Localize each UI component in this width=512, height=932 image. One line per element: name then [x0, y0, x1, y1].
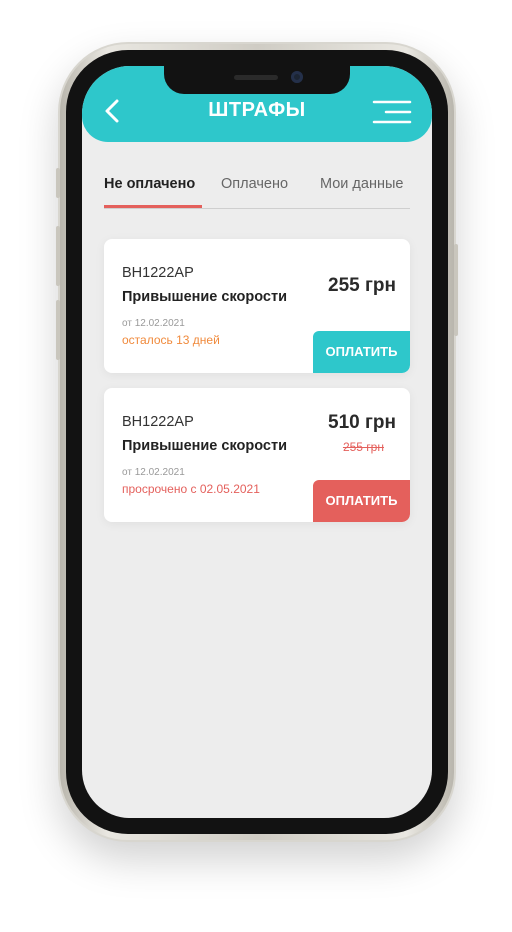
tab-paid[interactable]: Оплачено: [221, 176, 288, 192]
notch: [164, 66, 350, 94]
pay-button[interactable]: ОПЛАТИТЬ: [313, 331, 410, 373]
fine-reason: Привышение скорости: [122, 289, 287, 305]
tab-bar: Не оплачено Оплачено Мои данные: [104, 176, 410, 209]
tab-unpaid[interactable]: Не оплачено: [104, 176, 195, 192]
app-header: ШТРАФЫ: [82, 66, 432, 142]
fine-card[interactable]: BH1222AP Привышение скорости от 12.02.20…: [104, 388, 410, 522]
menu-icon: [372, 100, 412, 124]
plate-number: BH1222AP: [122, 414, 194, 430]
fine-amount: 255 грн: [328, 275, 396, 296]
fine-old-amount: 255 грн: [342, 440, 384, 454]
plate-number: BH1222AP: [122, 265, 194, 281]
fine-date: от 12.02.2021: [122, 318, 185, 329]
volume-down-button: [56, 300, 60, 360]
pay-button[interactable]: ОПЛАТИТЬ: [313, 480, 410, 522]
fine-card[interactable]: BH1222AP Привышение скорости от 12.02.20…: [104, 239, 410, 373]
power-button: [454, 244, 458, 336]
fine-status: осталось 13 дней: [122, 333, 220, 347]
phone-screen: ШТРАФЫ Не оплачено Оплачено Мои данные B…: [82, 66, 432, 818]
camera: [291, 71, 303, 83]
fine-date: от 12.02.2021: [122, 467, 185, 478]
volume-up-button: [56, 226, 60, 286]
active-tab-indicator: [104, 205, 202, 208]
fine-amount: 510 грн: [328, 412, 396, 433]
tab-my-data[interactable]: Мои данные: [320, 176, 403, 192]
mute-switch: [56, 168, 60, 198]
fine-status: просрочено с 02.05.2021: [122, 482, 260, 496]
speaker: [234, 75, 278, 80]
menu-button[interactable]: [372, 99, 412, 125]
fine-reason: Привышение скорости: [122, 438, 287, 454]
